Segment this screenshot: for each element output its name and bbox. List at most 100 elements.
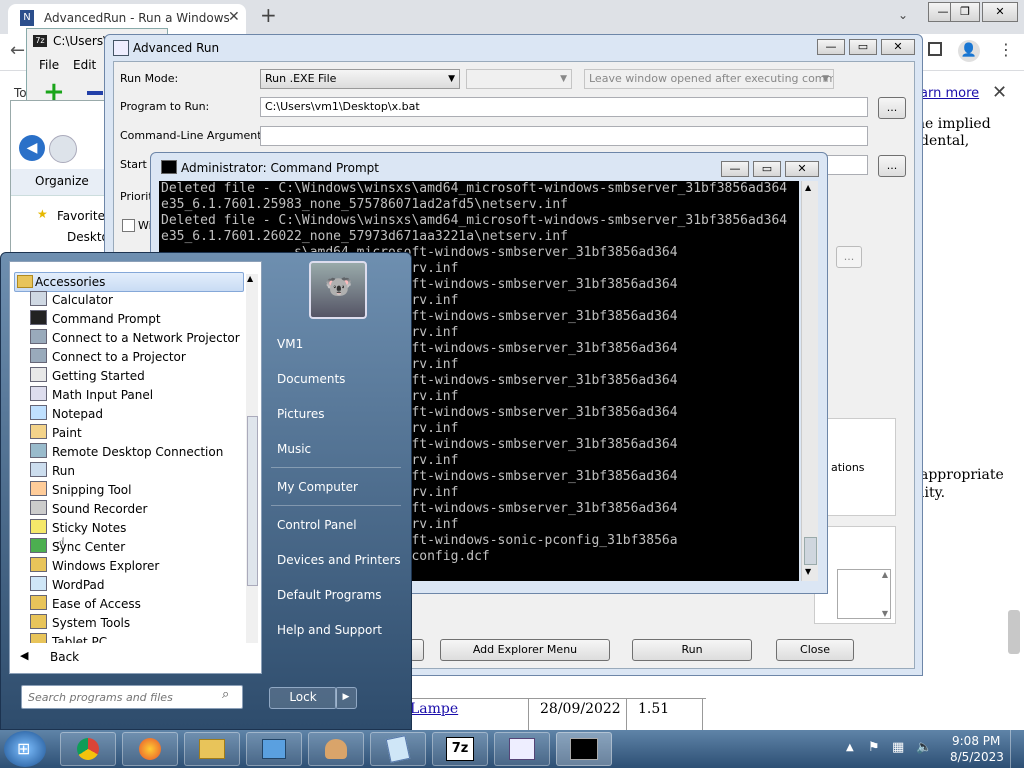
program-item[interactable]: Calculator [30, 291, 113, 310]
volume-icon[interactable]: 🔈 [916, 740, 932, 755]
program-item[interactable]: Notepad [30, 405, 103, 424]
start-item-devices[interactable]: Devices and Printers [277, 553, 401, 567]
program-item[interactable]: WordPad [30, 576, 105, 595]
scroll-thumb[interactable] [247, 416, 258, 586]
taskbar-7zip[interactable]: 7z [432, 732, 488, 766]
add-explorer-menu-button[interactable]: Add Explorer Menu [440, 639, 610, 661]
search-icon[interactable]: ⌕ [222, 687, 229, 702]
command-line-args-input[interactable] [260, 126, 868, 146]
window-checkbox[interactable] [122, 219, 135, 232]
back-icon[interactable]: ◀ [19, 135, 45, 161]
desktop-item[interactable]: Deskto [67, 230, 109, 244]
scroll-up-icon[interactable]: ▲ [805, 183, 811, 192]
close-button[interactable]: ✕ [785, 161, 819, 177]
hidden-button[interactable] [410, 639, 424, 661]
taskbar-control-panel[interactable] [246, 732, 302, 766]
close-tab-icon[interactable]: ✕ [228, 9, 240, 25]
user-avatar[interactable]: 🐨 [309, 261, 367, 319]
close-window-button[interactable]: ✕ [982, 2, 1018, 22]
forward-icon[interactable] [49, 135, 77, 163]
start-item-user[interactable]: VM1 [277, 337, 303, 351]
program-item[interactable]: Sound Recorder [30, 500, 147, 519]
environment-list[interactable]: ▲ ▼ [837, 569, 891, 619]
program-item[interactable]: Command Prompt [30, 310, 161, 329]
menu-edit[interactable]: Edit [73, 58, 96, 72]
shutdown-options-arrow-icon[interactable]: ▶ [335, 687, 357, 709]
program-list-scrollbar[interactable]: ▲ ▼ [246, 274, 258, 654]
program-item[interactable]: Run [30, 462, 75, 481]
chevron-down-icon[interactable]: ⌄ [898, 8, 908, 22]
program-item[interactable]: Getting Started [30, 367, 145, 386]
infobar-close-icon[interactable]: ✕ [992, 82, 1007, 103]
organize-button[interactable]: Organize [35, 174, 89, 188]
program-item[interactable]: Connect to a Projector [30, 348, 186, 367]
program-item[interactable]: Snipping Tool [30, 481, 131, 500]
start-item-pictures[interactable]: Pictures [277, 407, 325, 421]
taskbar-users[interactable] [308, 732, 364, 766]
show-hidden-icons-icon[interactable]: ▲ [846, 742, 854, 753]
clock-date[interactable]: 8/5/2023 [950, 750, 1004, 764]
close-dialog-button[interactable]: Close [776, 639, 854, 661]
action-center-icon[interactable]: ⚑ [868, 740, 880, 755]
new-tab-button[interactable]: + [260, 3, 277, 27]
start-item-my-computer[interactable]: My Computer [277, 480, 358, 494]
back-arrow-icon[interactable]: ← [10, 40, 25, 61]
program-item[interactable]: Windows Explorer [30, 557, 159, 576]
page-scrollbar-thumb[interactable] [1008, 610, 1020, 654]
menu-kebab-icon[interactable]: ⋮ [998, 40, 1014, 59]
program-item[interactable]: Sync Center [30, 538, 125, 557]
close-button[interactable]: ✕ [881, 39, 915, 55]
menu-file[interactable]: File [39, 58, 59, 72]
minimize-button[interactable]: — [721, 161, 749, 177]
start-item-default-programs[interactable]: Default Programs [277, 588, 382, 602]
window-behavior-select[interactable]: Leave window opened after executing comm… [584, 69, 834, 89]
taskbar-firefox[interactable] [122, 732, 178, 766]
browse-program-button[interactable]: ... [878, 97, 906, 119]
taskbar-advanced-run[interactable] [494, 732, 550, 766]
show-desktop-button[interactable] [1010, 730, 1024, 768]
options-browse-button[interactable]: ... [836, 246, 862, 268]
side-panel-icon[interactable] [928, 42, 942, 56]
network-icon[interactable]: ▦ [892, 740, 904, 755]
taskbar-explorer[interactable] [184, 732, 240, 766]
clock-time[interactable]: 9:08 PM [952, 734, 1000, 748]
scroll-thumb[interactable] [804, 537, 817, 565]
author-link[interactable]: Lampe [410, 701, 458, 717]
secondary-select[interactable]: ▼ [466, 69, 572, 89]
start-item-music[interactable]: Music [277, 442, 311, 456]
profile-icon[interactable]: 👤 [958, 40, 980, 62]
start-item-control-panel[interactable]: Control Panel [277, 518, 357, 532]
program-item[interactable]: Connect to a Network Projector [30, 329, 240, 348]
maximize-button[interactable]: ▭ [849, 39, 877, 55]
search-input[interactable] [26, 688, 218, 706]
minimize-button[interactable]: — [817, 39, 845, 55]
scroll-up-icon[interactable]: ▲ [882, 570, 888, 579]
taskbar-chrome[interactable] [60, 732, 116, 766]
start-button[interactable]: ⊞ [4, 731, 46, 767]
run-button[interactable]: Run [632, 639, 752, 661]
program-item[interactable]: Math Input Panel [30, 386, 153, 405]
program-item[interactable]: System Tools [30, 614, 130, 633]
program-to-run-input[interactable]: C:\Users\vm1\Desktop\x.bat [260, 97, 868, 117]
scroll-up-icon[interactable]: ▲ [247, 274, 253, 283]
program-item[interactable]: Sticky Notes [30, 519, 126, 538]
maximize-button[interactable]: ▭ [753, 161, 781, 177]
maximize-button[interactable]: ❐ [950, 2, 980, 22]
program-item[interactable]: Ease of Access [30, 595, 141, 614]
search-box[interactable]: ⌕ [21, 685, 243, 709]
taskbar-command-prompt[interactable] [556, 732, 612, 766]
accessories-folder[interactable]: Accessories [14, 272, 244, 292]
program-item[interactable]: Remote Desktop Connection [30, 443, 223, 462]
browse-directory-button[interactable]: ... [878, 155, 906, 177]
lock-button[interactable]: Lock [269, 687, 337, 709]
start-item-documents[interactable]: Documents [277, 372, 345, 386]
console-scrollbar[interactable]: ▲ ▼ [801, 181, 818, 581]
extract-minus-icon[interactable] [87, 91, 103, 95]
scroll-down-icon[interactable]: ▼ [882, 609, 888, 618]
scroll-down-icon[interactable]: ▼ [805, 567, 811, 576]
taskbar-notepad[interactable] [370, 732, 426, 766]
back-row[interactable]: ◀ Back [9, 643, 262, 674]
start-item-help[interactable]: Help and Support [277, 623, 382, 637]
program-item[interactable]: Paint [30, 424, 82, 443]
run-mode-select[interactable]: Run .EXE File ▼ [260, 69, 460, 89]
